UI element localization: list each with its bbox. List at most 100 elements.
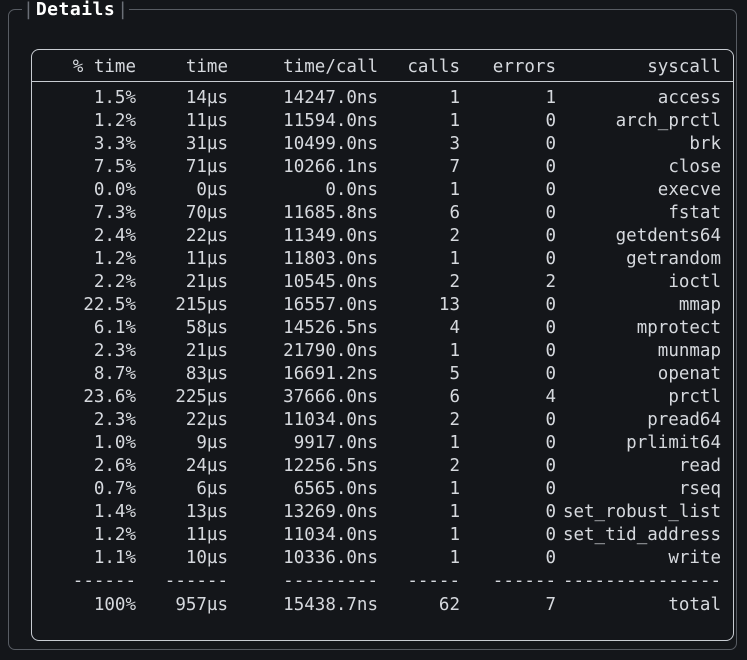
cell-calls: 4 <box>449 318 460 338</box>
cell-time: 225µs <box>175 387 228 407</box>
cell-time: 13µs <box>185 502 228 522</box>
cell-calls: 1 <box>449 180 460 200</box>
cell-calls: 2 <box>449 456 460 476</box>
cell-pct-time: 7.5% <box>93 157 136 177</box>
panel-title-label: Details <box>35 0 116 20</box>
cell-time-call: 10545.0ns <box>283 272 378 292</box>
cell-calls: 13 <box>438 295 460 315</box>
cell-syscall: fstat <box>668 203 721 223</box>
table-row[interactable]: 2.3% 22µs 11034.0ns 2 0 pread64 <box>32 409 733 432</box>
cell-calls: 2 <box>449 410 460 430</box>
total-pct-time: 100% <box>93 595 136 615</box>
cell-calls: 6 <box>449 203 460 223</box>
cell-time: 6µs <box>196 479 228 499</box>
column-header-calls[interactable]: calls <box>378 52 460 81</box>
table-row[interactable]: 6.1% 58µs 14526.5ns 4 0 mprotect <box>32 317 733 340</box>
cell-time-call: 10266.1ns <box>283 157 378 177</box>
table-row[interactable]: 1.4% 13µs 13269.0ns 1 0 set_robust_list <box>32 501 733 524</box>
table-row[interactable]: 8.7% 83µs 16691.2ns 5 0 openat <box>32 363 733 386</box>
cell-errors: 0 <box>545 249 556 269</box>
cell-pct-time: 3.3% <box>93 134 136 154</box>
cell-syscall: close <box>668 157 721 177</box>
cell-errors: 0 <box>545 180 556 200</box>
table-row[interactable]: 1.2% 11µs 11034.0ns 1 0 set_tid_address <box>32 524 733 547</box>
separator-time: ------ <box>164 571 228 591</box>
cell-time-call: 11594.0ns <box>283 111 378 131</box>
cell-syscall: prctl <box>668 387 721 407</box>
cell-pct-time: 2.6% <box>93 456 136 476</box>
cell-syscall: mmap <box>678 295 721 315</box>
total-calls: 62 <box>438 595 460 615</box>
cell-syscall: set_robust_list <box>562 502 721 522</box>
cell-calls: 1 <box>449 502 460 522</box>
panel-title: | Details | <box>22 0 130 21</box>
cell-errors: 0 <box>545 157 556 177</box>
cell-time-call: 11034.0ns <box>283 410 378 430</box>
table-row[interactable]: 2.2% 21µs 10545.0ns 2 2 ioctl <box>32 271 733 294</box>
column-header-errors[interactable]: errors <box>460 52 556 81</box>
cell-time-call: 11349.0ns <box>283 226 378 246</box>
cell-calls: 1 <box>449 525 460 545</box>
cell-syscall: brk <box>689 134 721 154</box>
table-row[interactable]: 23.6% 225µs 37666.0ns 6 4 prctl <box>32 386 733 409</box>
cell-syscall: prlimit64 <box>626 433 721 453</box>
cell-time: 215µs <box>175 295 228 315</box>
cell-time: 71µs <box>185 157 228 177</box>
cell-time-call: 9917.0ns <box>293 433 378 453</box>
cell-time: 11µs <box>185 111 228 131</box>
table-row[interactable]: 1.1% 10µs 10336.0ns 1 0 write <box>32 547 733 570</box>
cell-calls: 1 <box>449 479 460 499</box>
cell-calls: 1 <box>449 111 460 131</box>
cell-time-call: 13269.0ns <box>283 502 378 522</box>
total-label: total <box>668 595 721 615</box>
cell-time: 22µs <box>185 226 228 246</box>
separator-errors: ------ <box>492 571 556 591</box>
cell-pct-time: 6.1% <box>93 318 136 338</box>
table-row[interactable]: 0.7% 6µs 6565.0ns 1 0 rseq <box>32 478 733 501</box>
cell-time-call: 16691.2ns <box>283 364 378 384</box>
cell-time-call: 0.0ns <box>325 180 378 200</box>
cell-pct-time: 1.2% <box>93 111 136 131</box>
separator-pct-time: ------ <box>72 571 136 591</box>
cell-time: 9µs <box>196 433 228 453</box>
table-row[interactable]: 7.5% 71µs 10266.1ns 7 0 close <box>32 156 733 179</box>
column-header-time[interactable]: time <box>136 52 228 81</box>
cell-time: 21µs <box>185 341 228 361</box>
table-totals-row: 100% 957µs 15438.7ns 62 7 total <box>32 593 733 616</box>
total-time: 957µs <box>175 595 228 615</box>
cell-time-call: 14247.0ns <box>283 88 378 108</box>
cell-errors: 0 <box>545 134 556 154</box>
cell-syscall: ioctl <box>668 272 721 292</box>
column-header-time-call[interactable]: time/call <box>228 52 378 81</box>
cell-syscall: set_tid_address <box>562 525 721 545</box>
table-row[interactable]: 7.3% 70µs 11685.8ns 6 0 fstat <box>32 202 733 225</box>
table-row[interactable]: 22.5% 215µs 16557.0ns 13 0 mmap <box>32 294 733 317</box>
table-row[interactable]: 1.2% 11µs 11594.0ns 1 0 arch_prctl <box>32 110 733 133</box>
column-header-pct-time[interactable]: % time <box>32 52 136 81</box>
table-body: 1.5% 14µs 14247.0ns 1 1 access 1.2% 11µs 11594.0… <box>32 87 733 570</box>
cell-errors: 4 <box>545 387 556 407</box>
table-row[interactable]: 2.6% 24µs 12256.5ns 2 0 read <box>32 455 733 478</box>
cell-time-call: 11803.0ns <box>283 249 378 269</box>
cell-pct-time: 2.2% <box>93 272 136 292</box>
cell-syscall: access <box>657 88 721 108</box>
title-left-delimiter: | <box>23 0 34 20</box>
table-row[interactable]: 1.2% 11µs 11803.0ns 1 0 getrandom <box>32 248 733 271</box>
table-row[interactable]: 2.3% 21µs 21790.0ns 1 0 munmap <box>32 340 733 363</box>
cell-pct-time: 2.3% <box>93 341 136 361</box>
cell-time-call: 10499.0ns <box>283 134 378 154</box>
cell-time: 22µs <box>185 410 228 430</box>
cell-calls: 1 <box>449 341 460 361</box>
cell-calls: 1 <box>449 249 460 269</box>
cell-time-call: 16557.0ns <box>283 295 378 315</box>
column-header-syscall[interactable]: syscall <box>556 52 721 81</box>
cell-syscall: pread64 <box>647 410 721 430</box>
table-row[interactable]: 2.4% 22µs 11349.0ns 2 0 getdents64 <box>32 225 733 248</box>
table-row[interactable]: 0.0% 0µs 0.0ns 1 0 execve <box>32 179 733 202</box>
table-row[interactable]: 1.0% 9µs 9917.0ns 1 0 prlimit64 <box>32 432 733 455</box>
cell-calls: 2 <box>449 272 460 292</box>
cell-errors: 0 <box>545 364 556 384</box>
table-row[interactable]: 1.5% 14µs 14247.0ns 1 1 access <box>32 87 733 110</box>
table-row[interactable]: 3.3% 31µs 10499.0ns 3 0 brk <box>32 133 733 156</box>
syscall-table: % time time time/call calls errors sysca… <box>32 50 733 640</box>
